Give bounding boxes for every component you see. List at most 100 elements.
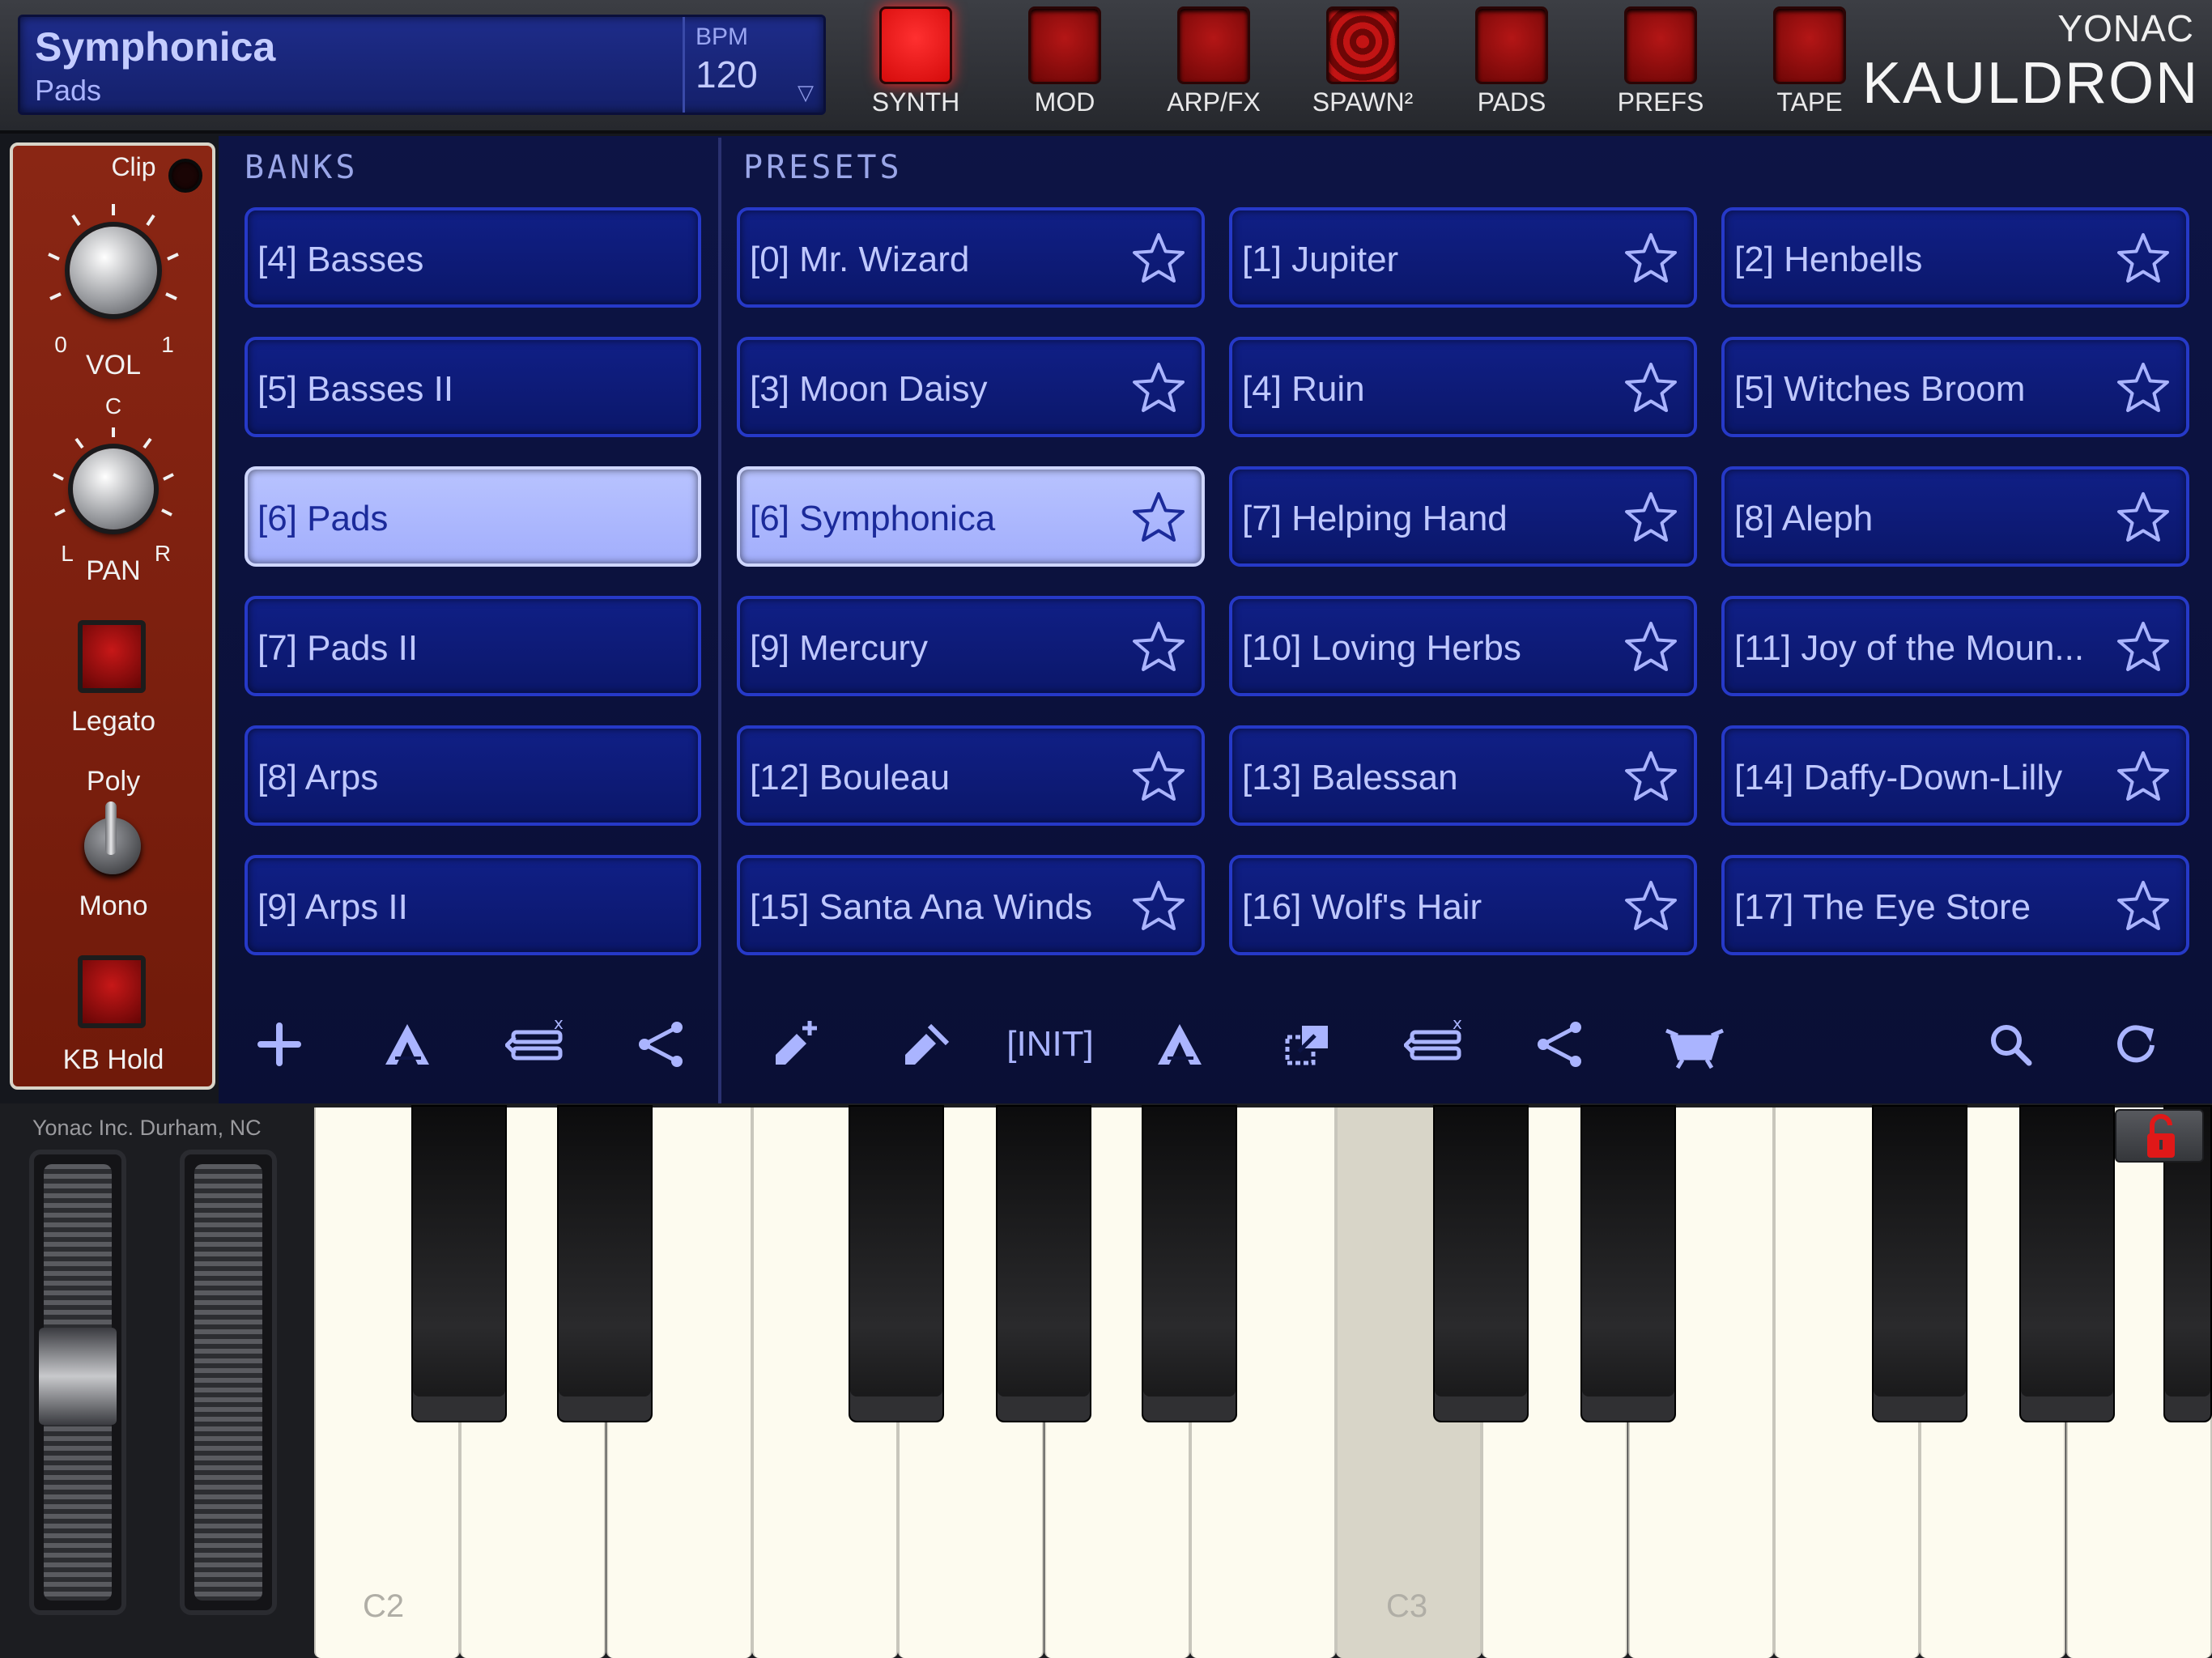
favorite-star-icon[interactable] xyxy=(1623,230,1679,287)
favorite-star-icon[interactable] xyxy=(1130,230,1187,287)
preset-tile-label: [10] Loving Herbs xyxy=(1242,628,1521,668)
patch-bank-name: Pads xyxy=(35,74,102,107)
remove-preset-icon[interactable] xyxy=(897,1016,954,1073)
preset-tile[interactable]: [17] The Eye Store xyxy=(1721,855,2189,955)
favorite-star-icon[interactable] xyxy=(1130,878,1187,934)
synth-tab-button[interactable] xyxy=(879,6,952,84)
bpm-value[interactable]: 120 xyxy=(696,53,758,96)
pan-center-label: C xyxy=(104,393,122,419)
patch-display[interactable]: Symphonica Pads BPM 120 ▽ xyxy=(18,15,826,115)
spawn-tab-button[interactable] xyxy=(1326,6,1399,84)
preset-tile[interactable]: [9] Mercury xyxy=(737,596,1205,696)
preset-tile[interactable]: [11] Joy of the Moun... xyxy=(1721,596,2189,696)
preset-tile[interactable]: [3] Moon Daisy xyxy=(737,337,1205,437)
preset-tile[interactable]: [4] Ruin xyxy=(1229,337,1697,437)
mod-wheel[interactable] xyxy=(180,1150,277,1615)
cauldron-icon[interactable] xyxy=(1658,1016,1731,1073)
vol-knob[interactable] xyxy=(70,227,157,314)
preset-tile[interactable]: [12] Bouleau xyxy=(737,725,1205,826)
mod-tab-button[interactable] xyxy=(1028,6,1101,84)
favorite-star-icon[interactable] xyxy=(1623,748,1679,805)
favorite-star-icon[interactable] xyxy=(1623,359,1679,416)
bank-tile[interactable]: [8] Arps xyxy=(245,725,701,826)
bpm-dropdown-icon[interactable]: ▽ xyxy=(798,80,814,105)
favorite-star-icon[interactable] xyxy=(1130,489,1187,546)
preset-tile-label: [8] Aleph xyxy=(1734,499,1874,538)
arp-fx-tab-label: ARP/FX xyxy=(1167,87,1261,117)
bank-tile-label: [4] Basses xyxy=(257,240,424,279)
bank-tile[interactable]: [5] Basses II xyxy=(245,337,701,437)
favorite-star-icon[interactable] xyxy=(2115,748,2172,805)
copy-preset-icon[interactable] xyxy=(1279,1016,1336,1073)
favorite-star-icon[interactable] xyxy=(1130,748,1187,805)
favorite-star-icon[interactable] xyxy=(2115,619,2172,675)
favorite-star-icon[interactable] xyxy=(1623,878,1679,934)
share-bank-icon[interactable] xyxy=(633,1016,690,1073)
tape-tab-button[interactable] xyxy=(1773,6,1846,84)
toggle-lever[interactable] xyxy=(105,801,117,855)
bank-tile[interactable]: [9] Arps II xyxy=(245,855,701,955)
c2-label: C2 xyxy=(363,1588,405,1624)
keyboard-lock-button[interactable] xyxy=(2115,1109,2204,1163)
preset-tile-label: [3] Moon Daisy xyxy=(750,369,988,409)
delete-preset-icon[interactable]: x xyxy=(1402,1014,1462,1073)
pads-tab-button[interactable] xyxy=(1475,6,1548,84)
favorite-star-icon[interactable] xyxy=(1130,619,1187,675)
preset-tile-label: [16] Wolf's Hair xyxy=(1242,887,1482,927)
init-preset-button[interactable]: [INIT] xyxy=(1006,1016,1095,1073)
preset-tile[interactable]: [13] Balessan xyxy=(1229,725,1697,826)
bank-tile[interactable]: [4] Basses xyxy=(245,207,701,308)
preset-tile[interactable]: [8] Aleph xyxy=(1721,466,2189,567)
preset-tile-label: [1] Jupiter xyxy=(1242,240,1399,279)
banks-title: BANKS xyxy=(245,149,359,186)
preset-tile[interactable]: [1] Jupiter xyxy=(1229,207,1697,308)
favorite-star-icon[interactable] xyxy=(1130,359,1187,416)
vol-min-label: 0 xyxy=(54,332,67,357)
preset-tile-label: [4] Ruin xyxy=(1242,369,1365,409)
favorite-star-icon[interactable] xyxy=(2115,489,2172,546)
kb-hold-button[interactable] xyxy=(78,955,146,1028)
black-key[interactable] xyxy=(1433,1105,1529,1422)
browser-divider xyxy=(718,138,721,1105)
black-key[interactable] xyxy=(411,1105,507,1422)
pan-knob[interactable] xyxy=(73,449,154,529)
share-preset-icon[interactable] xyxy=(1532,1016,1589,1073)
black-key[interactable] xyxy=(1872,1105,1967,1422)
prefs-tab-button[interactable] xyxy=(1624,6,1697,84)
rename-preset-icon[interactable] xyxy=(1151,1016,1208,1073)
black-key[interactable] xyxy=(1580,1105,1676,1422)
bpm-label: BPM xyxy=(696,23,749,50)
preset-tile[interactable]: [2] Henbells xyxy=(1721,207,2189,308)
favorite-star-icon[interactable] xyxy=(1623,619,1679,675)
black-key[interactable] xyxy=(1142,1105,1237,1422)
preset-tile[interactable]: [6] Symphonica xyxy=(737,466,1205,567)
preset-tile[interactable]: [7] Helping Hand xyxy=(1229,466,1697,567)
favorite-star-icon[interactable] xyxy=(2115,878,2172,934)
favorite-star-icon[interactable] xyxy=(1623,489,1679,546)
add-bank-icon[interactable] xyxy=(251,1016,308,1073)
clip-indicator xyxy=(168,159,202,193)
preset-tile[interactable]: [14] Daffy-Down-Lilly xyxy=(1721,725,2189,826)
legato-button[interactable] xyxy=(78,620,146,693)
black-key[interactable] xyxy=(557,1105,653,1422)
arp-fx-tab-button[interactable] xyxy=(1177,6,1250,84)
black-key[interactable] xyxy=(849,1105,944,1422)
rename-bank-icon[interactable] xyxy=(379,1016,436,1073)
delete-bank-icon[interactable]: x xyxy=(504,1014,564,1073)
add-preset-icon[interactable] xyxy=(768,1016,824,1073)
refresh-icon[interactable] xyxy=(2108,1016,2165,1073)
preset-tile[interactable]: [16] Wolf's Hair xyxy=(1229,855,1697,955)
bank-tile[interactable]: [7] Pads II xyxy=(245,596,701,696)
search-icon[interactable] xyxy=(1982,1016,2039,1073)
preset-tile[interactable]: [15] Santa Ana Winds xyxy=(737,855,1205,955)
preset-tile[interactable]: [5] Witches Broom xyxy=(1721,337,2189,437)
pitch-wheel-center-marker xyxy=(39,1328,117,1425)
black-key[interactable] xyxy=(2019,1105,2115,1422)
black-key[interactable] xyxy=(996,1105,1091,1422)
favorite-star-icon[interactable] xyxy=(2115,230,2172,287)
preset-tile[interactable]: [10] Loving Herbs xyxy=(1229,596,1697,696)
favorite-star-icon[interactable] xyxy=(2115,359,2172,416)
bank-tile[interactable]: [6] Pads xyxy=(245,466,701,567)
preset-tile[interactable]: [0] Mr. Wizard xyxy=(737,207,1205,308)
legato-label: Legato xyxy=(71,706,155,737)
